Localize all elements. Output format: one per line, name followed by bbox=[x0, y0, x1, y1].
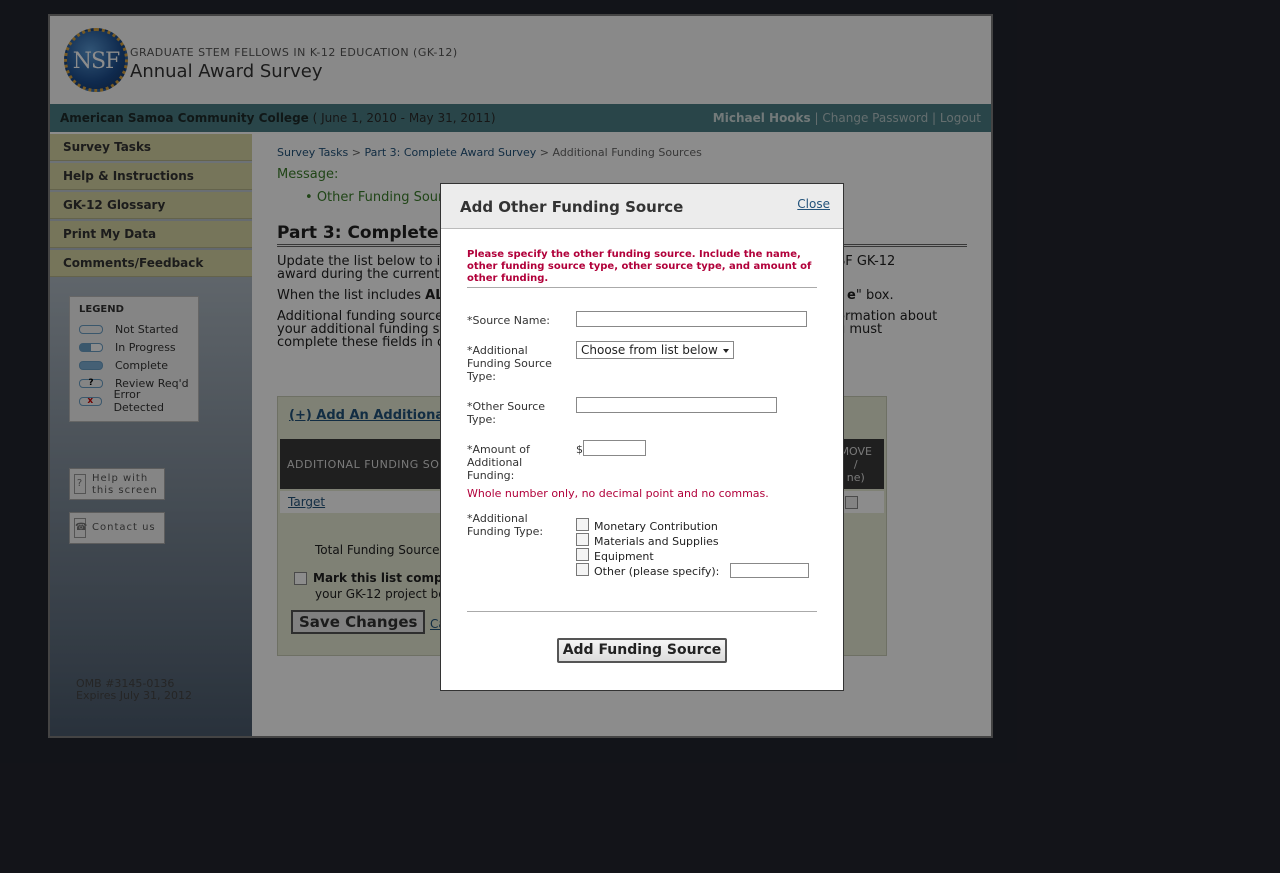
dollar-sign: $ bbox=[576, 443, 583, 456]
funding-source-type-select[interactable]: Choose from list below bbox=[576, 341, 734, 359]
close-link[interactable]: Close bbox=[797, 197, 830, 211]
amount-label: *Amount of Additional Funding: bbox=[467, 443, 530, 482]
label-text: *Amount of bbox=[467, 443, 530, 456]
funding-source-type-label: *Additional Funding Source Type: bbox=[467, 344, 552, 383]
source-name-input[interactable] bbox=[576, 311, 807, 327]
option-monetary: Monetary Contribution bbox=[576, 518, 718, 533]
divider bbox=[467, 287, 817, 288]
modal-instructions: Please specify the other funding source.… bbox=[467, 249, 812, 284]
label-text: *Additional bbox=[467, 344, 528, 357]
other-source-type-label: *Other Source Type: bbox=[467, 400, 545, 426]
equipment-checkbox[interactable] bbox=[576, 548, 589, 561]
option-materials: Materials and Supplies bbox=[576, 533, 719, 548]
option-label: Materials and Supplies bbox=[594, 535, 719, 548]
modal-title: Add Other Funding Source bbox=[460, 198, 684, 216]
label-text: Type: bbox=[467, 370, 496, 383]
option-label: Monetary Contribution bbox=[594, 520, 718, 533]
amount-hint: Whole number only, no decimal point and … bbox=[467, 487, 769, 500]
amount-input[interactable] bbox=[583, 440, 646, 456]
funding-type-label: *Additional Funding Type: bbox=[467, 512, 543, 538]
divider bbox=[467, 611, 817, 612]
label-text: *Other Source bbox=[467, 400, 546, 413]
label-text: Type: bbox=[467, 413, 496, 426]
label-text: Funding Type: bbox=[467, 525, 544, 538]
option-equipment: Equipment bbox=[576, 548, 654, 563]
materials-checkbox[interactable] bbox=[576, 533, 589, 546]
label-text: Funding: bbox=[467, 469, 515, 482]
monetary-checkbox[interactable] bbox=[576, 518, 589, 531]
label-text: *Additional bbox=[467, 512, 528, 525]
option-label: Other (please specify): bbox=[594, 565, 720, 578]
other-checkbox[interactable] bbox=[576, 563, 589, 576]
add-funding-source-button[interactable]: Add Funding Source bbox=[557, 638, 727, 663]
label-text: Funding Source bbox=[467, 357, 552, 370]
other-specify-input[interactable] bbox=[730, 563, 809, 578]
option-other: Other (please specify): bbox=[576, 563, 719, 578]
modal-header: Add Other Funding Source Close bbox=[441, 184, 843, 229]
select-value: Choose from list below bbox=[581, 343, 718, 357]
chevron-down-icon bbox=[723, 349, 729, 353]
option-label: Equipment bbox=[594, 550, 654, 563]
source-name-label: *Source Name: bbox=[467, 314, 550, 327]
label-text: Additional bbox=[467, 456, 523, 469]
add-funding-modal: Add Other Funding Source Close Please sp… bbox=[440, 183, 844, 691]
other-source-type-input[interactable] bbox=[576, 397, 777, 413]
